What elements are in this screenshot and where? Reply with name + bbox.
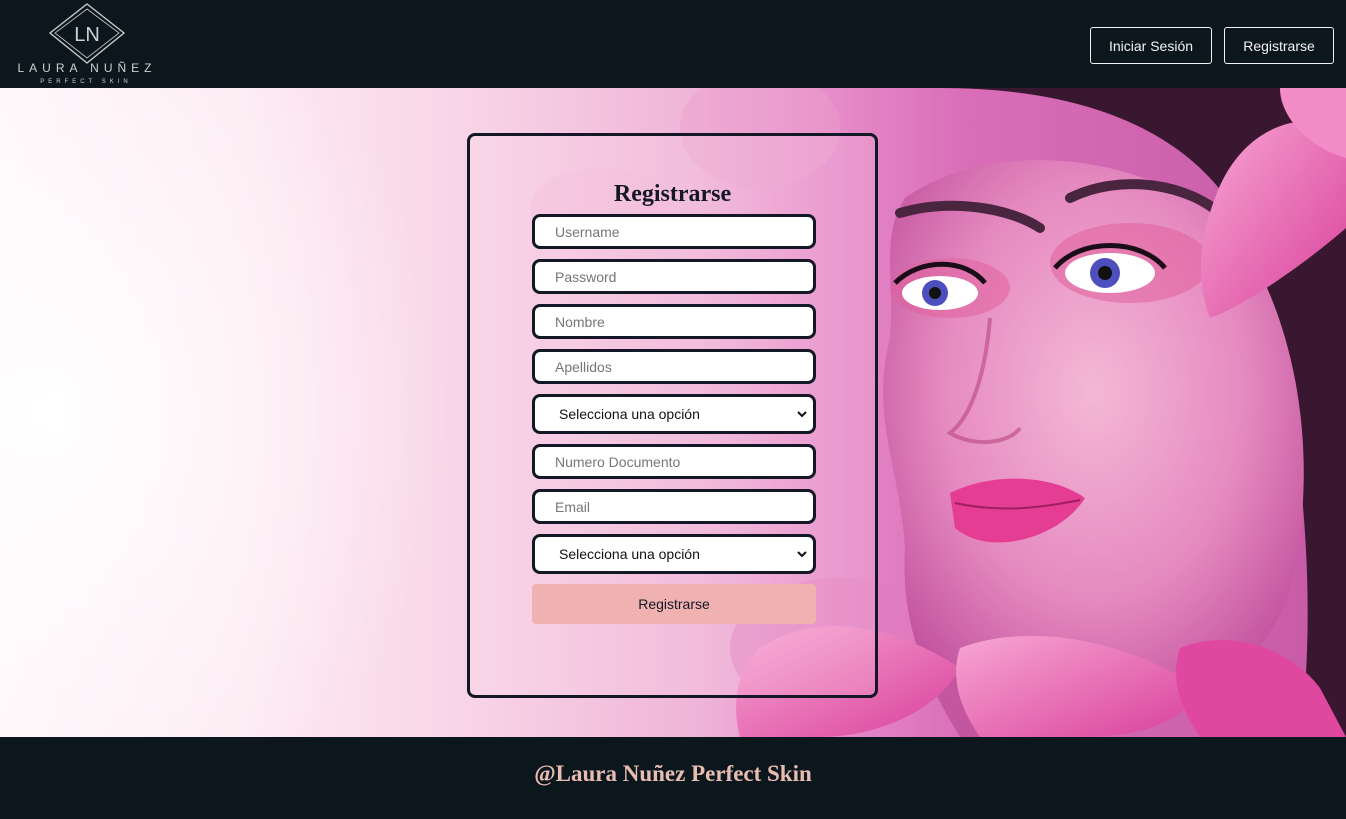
email-input[interactable]	[532, 489, 816, 524]
nombre-input[interactable]	[532, 304, 816, 339]
apellidos-input[interactable]	[532, 349, 816, 384]
second-option-value: Selecciona una opción	[559, 546, 700, 562]
document-number-input[interactable]	[532, 444, 816, 479]
logo-name: LAURA NUÑEZ	[17, 61, 156, 75]
logo-tagline: PERFECT SKIN	[40, 79, 132, 85]
username-input[interactable]	[532, 214, 816, 249]
logo-monogram: LN	[74, 24, 100, 46]
document-type-value: Selecciona una opción	[559, 406, 700, 422]
chevron-down-icon	[797, 551, 807, 558]
footer-copyright: @Laura Nuñez Perfect Skin	[534, 761, 812, 786]
brand-logo[interactable]: LN LAURA NUÑEZ PERFECT SKIN	[0, 0, 176, 88]
form-title: Registrarse	[613, 181, 732, 207]
register-nav-button[interactable]: Registrarse	[1224, 27, 1334, 64]
footer: @Laura Nuñez Perfect Skin	[0, 737, 1346, 819]
register-submit-button[interactable]: Registrarse	[532, 584, 816, 624]
second-option-select[interactable]: Selecciona una opción	[532, 534, 816, 574]
password-input[interactable]	[532, 259, 816, 294]
top-navbar: LN LAURA NUÑEZ PERFECT SKIN Iniciar Sesi…	[0, 0, 1346, 88]
hero-background: Registrarse Selecciona una opción Selecc…	[0, 88, 1346, 737]
login-button[interactable]: Iniciar Sesión	[1090, 27, 1212, 64]
document-type-select[interactable]: Selecciona una opción	[532, 394, 816, 434]
chevron-down-icon	[797, 411, 807, 418]
logo-diamond-icon: LN LAURA NUÑEZ PERFECT SKIN	[17, 3, 156, 85]
register-form-card: Registrarse Selecciona una opción Selecc…	[467, 133, 878, 698]
